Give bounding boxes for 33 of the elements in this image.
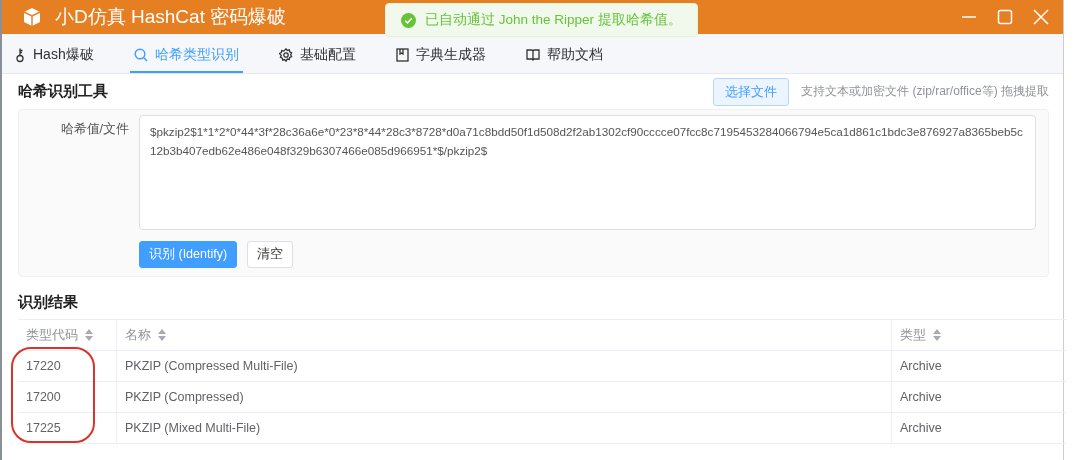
section-title: 识别结果 [18, 293, 79, 312]
tab[interactable]: 字典生成器 [391, 34, 490, 73]
table-cell: 17200 [18, 381, 117, 413]
clear-button[interactable]: 清空 [247, 241, 294, 268]
table-cell: 17225 [18, 412, 117, 444]
table-cell: Archive [891, 412, 1067, 444]
box-icon [22, 7, 42, 27]
maximize-icon[interactable] [997, 9, 1013, 25]
check-circle-icon [401, 12, 416, 28]
sort-icon[interactable] [158, 329, 166, 341]
search-icon [133, 47, 148, 62]
close-icon[interactable] [1033, 9, 1049, 25]
table-cell: 17220 [18, 350, 117, 382]
tab[interactable]: 基础配置 [274, 34, 360, 73]
field-label: 哈希值/文件 [59, 121, 129, 138]
book-icon [395, 47, 409, 62]
sort-icon[interactable] [85, 329, 93, 341]
hint-text: 支持文本或加密文件 (zip/rar/office等) 拖拽提取 [801, 83, 1049, 100]
table-cell: Archive [891, 381, 1067, 413]
table-cell: PKZIP (Compressed) [116, 381, 892, 413]
success-toast: 已自动通过 John the Ripper 提取哈希值。 [385, 3, 698, 37]
sort-icon[interactable] [933, 329, 941, 341]
table-cell: PKZIP (Mixed Multi-File) [116, 412, 892, 444]
tab[interactable]: 帮助文档 [521, 34, 607, 73]
section-title: 哈希识别工具 [18, 82, 109, 101]
table-cell: PKZIP (Compressed Multi-File) [116, 350, 892, 382]
book-open-icon [525, 48, 540, 61]
settings-icon [278, 47, 293, 62]
tab[interactable]: Hash爆破 [10, 34, 98, 73]
window-title: 小D仿真 HashCat 密码爆破 [55, 5, 287, 29]
hash-input-field[interactable]: $pkzip2$1*1*2*0*44*3f*28c36a6e*0*23*8*44*28c3*8728*d0a71c8bdd50f1d508d2f2ab1302cf90cccce07fcc8c7195453284066794e5ca1d861c1bdc3e876927a8365beb5c12b3b407edb62e486e048f329b6307466e085d966951*$/pkzip2$ [139, 115, 1036, 230]
key-icon [14, 46, 26, 63]
table-cell: Archive [891, 350, 1067, 382]
